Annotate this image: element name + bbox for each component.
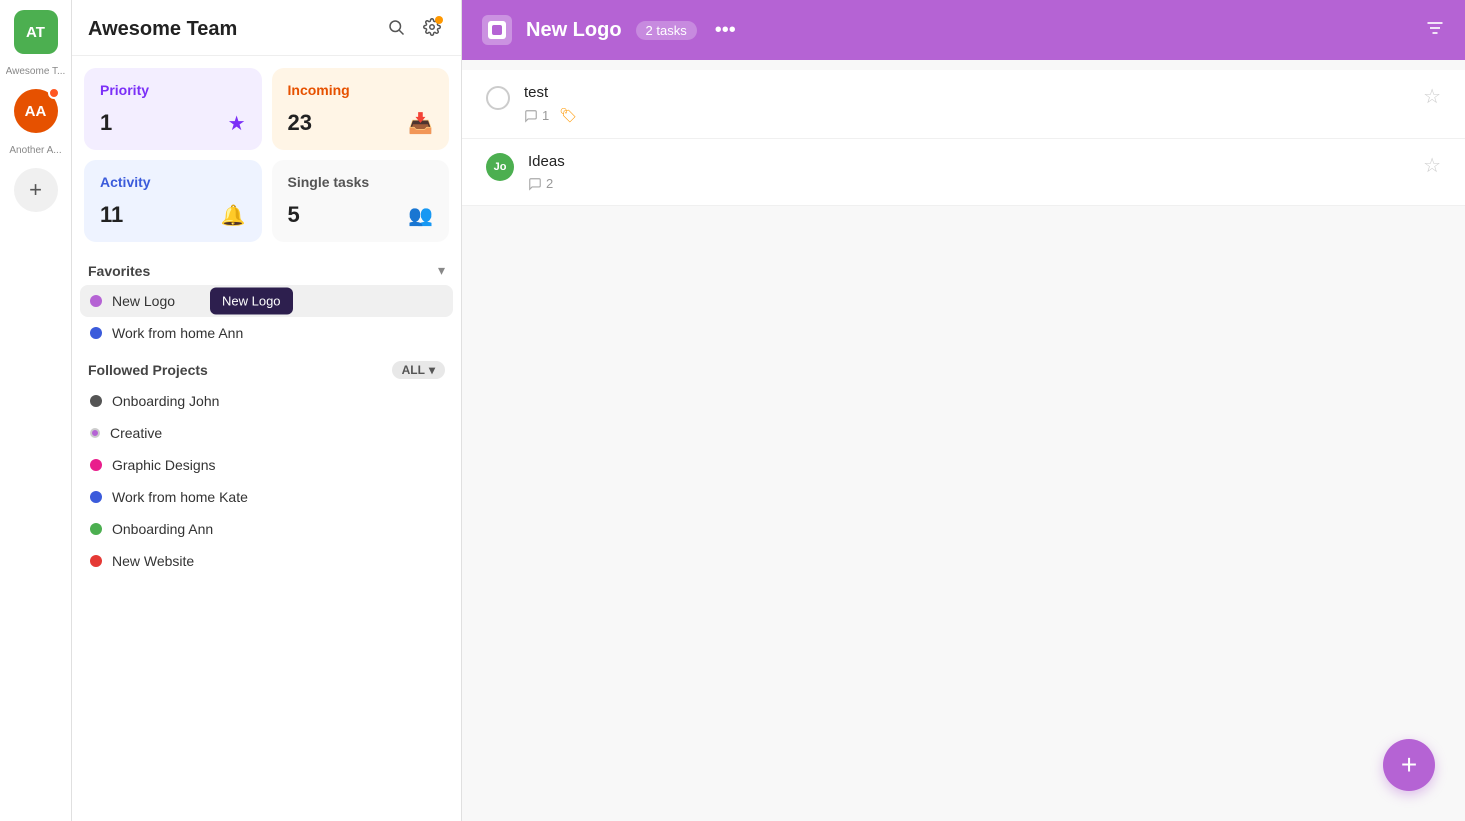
- fav-label-work-from-home-ann: Work from home Ann: [112, 325, 243, 341]
- project-item-graphic-designs[interactable]: Graphic Designs: [80, 449, 453, 481]
- chevron-down-icon: ▾: [429, 363, 435, 377]
- task-comments-ideas: 2: [528, 176, 553, 191]
- project-dot-creative: [90, 428, 100, 438]
- project-item-new-website[interactable]: New Website: [80, 545, 453, 577]
- comment-icon: [524, 109, 538, 123]
- project-label-creative: Creative: [110, 425, 162, 441]
- star-button-ideas[interactable]: ☆: [1423, 153, 1441, 178]
- fav-item-new-logo[interactable]: New Logo New Logo: [80, 285, 453, 317]
- project-dot-onboarding-ann: [90, 523, 102, 535]
- fav-item-work-from-home-ann[interactable]: Work from home Ann: [80, 317, 453, 349]
- filter-icon: [1425, 18, 1445, 38]
- main-project-title: New Logo: [526, 19, 622, 42]
- search-button[interactable]: [383, 14, 409, 45]
- project-label-graphic-designs: Graphic Designs: [112, 457, 216, 473]
- project-item-onboarding-ann[interactable]: Onboarding Ann: [80, 513, 453, 545]
- project-item-onboarding-john[interactable]: Onboarding John: [80, 385, 453, 417]
- stat-label-activity: Activity: [100, 174, 246, 190]
- people-icon: 👥: [408, 203, 433, 228]
- task-meta-test: 1 🏷: [524, 107, 1409, 124]
- add-workspace-button[interactable]: +: [14, 168, 58, 212]
- project-dot-graphic-designs: [90, 459, 102, 471]
- main-panel: New Logo 2 tasks ••• test 1 🏷 ☆: [462, 0, 1465, 821]
- sidebar: Awesome Team Priority 1 ★ Incoming 23 📥: [72, 0, 462, 821]
- stat-card-activity[interactable]: Activity 11 🔔: [84, 160, 262, 242]
- favorites-section-header: Favorites ▾: [72, 250, 461, 285]
- fav-dot-work-from-home-ann: [90, 327, 102, 339]
- stat-label-priority: Priority: [100, 82, 246, 98]
- project-dot-onboarding-john: [90, 395, 102, 407]
- icon-bar-sublabel-aa: Another A...: [9, 145, 61, 156]
- project-dot-work-from-home-kate: [90, 491, 102, 503]
- project-dot-new-website: [90, 555, 102, 567]
- filter-button[interactable]: [1425, 18, 1445, 43]
- task-checkbox-test[interactable]: [486, 86, 510, 110]
- task-name-ideas: Ideas: [528, 153, 1409, 170]
- stat-label-single: Single tasks: [288, 174, 434, 190]
- bell-icon: 🔔: [221, 203, 246, 228]
- task-content-test: test 1 🏷: [524, 84, 1409, 124]
- task-content-ideas: Ideas 2: [528, 153, 1409, 191]
- fav-label-new-logo: New Logo: [112, 293, 175, 309]
- stat-value-single: 5: [288, 202, 300, 228]
- project-icon-square: [492, 25, 502, 35]
- main-header: New Logo 2 tasks •••: [462, 0, 1465, 60]
- settings-button[interactable]: [419, 14, 445, 45]
- project-icon: [482, 15, 512, 45]
- comment-icon: [528, 177, 542, 191]
- sidebar-scroll: Favorites ▾ New Logo New Logo Work from …: [72, 250, 461, 821]
- project-item-creative[interactable]: Creative: [80, 417, 453, 449]
- task-item-ideas[interactable]: Jo Ideas 2 ☆: [462, 139, 1465, 206]
- task-avatar-ideas: Jo: [486, 153, 514, 181]
- star-icon: ★: [228, 111, 246, 136]
- project-label-new-website: New Website: [112, 553, 194, 569]
- inbox-icon: 📥: [408, 111, 433, 136]
- task-item-test[interactable]: test 1 🏷 ☆: [462, 70, 1465, 139]
- star-button-test[interactable]: ☆: [1423, 84, 1441, 109]
- project-icon-inner: [488, 21, 506, 39]
- avatar-at[interactable]: AT: [14, 10, 58, 54]
- icon-bar: AT Awesome T... AA Another A... +: [0, 0, 72, 821]
- task-comments-test: 1: [524, 108, 549, 123]
- favorites-collapse-button[interactable]: ▾: [438, 262, 445, 279]
- stat-value-incoming: 23: [288, 110, 312, 136]
- sidebar-header: Awesome Team: [72, 0, 461, 56]
- project-label-work-from-home-kate: Work from home Kate: [112, 489, 248, 505]
- all-filter-badge[interactable]: ALL ▾: [392, 361, 445, 379]
- favorites-list: New Logo New Logo Work from home Ann: [72, 285, 461, 349]
- project-label-onboarding-john: Onboarding John: [112, 393, 219, 409]
- sidebar-actions: [383, 14, 445, 45]
- stat-card-priority[interactable]: Priority 1 ★: [84, 68, 262, 150]
- stats-grid: Priority 1 ★ Incoming 23 📥 Activity 11 🔔…: [72, 56, 461, 250]
- tooltip-new-logo: New Logo: [210, 288, 293, 315]
- more-options-button[interactable]: •••: [715, 19, 736, 42]
- task-meta-ideas: 2: [528, 176, 1409, 191]
- stat-card-single[interactable]: Single tasks 5 👥: [272, 160, 450, 242]
- followed-projects-label: Followed Projects: [88, 362, 208, 378]
- notification-badge: [48, 87, 60, 99]
- project-label-onboarding-ann: Onboarding Ann: [112, 521, 213, 537]
- followed-projects-section-header: Followed Projects ALL ▾: [72, 349, 461, 385]
- project-list: Onboarding John Creative Graphic Designs…: [72, 385, 461, 577]
- stat-label-incoming: Incoming: [288, 82, 434, 98]
- project-item-work-from-home-kate[interactable]: Work from home Kate: [80, 481, 453, 513]
- stat-card-incoming[interactable]: Incoming 23 📥: [272, 68, 450, 150]
- settings-dot: [435, 16, 443, 24]
- fav-dot-new-logo: [90, 295, 102, 307]
- sidebar-title: Awesome Team: [88, 18, 237, 41]
- search-icon: [387, 18, 405, 36]
- icon-bar-sublabel-at: Awesome T...: [6, 66, 66, 77]
- stat-value-priority: 1: [100, 110, 112, 136]
- tag-icon: 🏷: [559, 107, 577, 124]
- tasks-count-badge: 2 tasks: [636, 21, 697, 40]
- task-list: test 1 🏷 ☆ Jo Ideas 2: [462, 60, 1465, 821]
- stat-value-activity: 11: [100, 202, 123, 228]
- task-name-test: test: [524, 84, 1409, 101]
- favorites-label: Favorites: [88, 263, 150, 279]
- avatar-aa[interactable]: AA: [14, 89, 58, 133]
- fab-add-button[interactable]: +: [1383, 739, 1435, 791]
